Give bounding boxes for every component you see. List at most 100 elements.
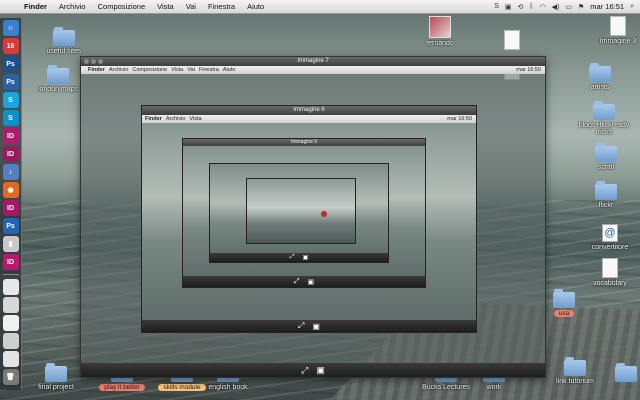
status-area: S ▣ ⟲ ᛒ ◠ ◀) ▭ ⚑ mar 16:51 ⌕ <box>494 2 640 11</box>
folder-icon <box>615 363 637 382</box>
folder-label: english book <box>208 384 248 391</box>
fit-icon: ▣ <box>312 321 320 331</box>
battery-icon[interactable]: ▭ <box>565 3 572 11</box>
desktop-folder-bottom-right[interactable] <box>596 363 640 382</box>
fullscreen-icon: ⤢ <box>293 277 300 285</box>
desktop-file-immagine-3[interactable]: Immagine 3 <box>588 16 640 45</box>
menu-aiuto[interactable]: Aiuto <box>241 2 270 11</box>
nested-clock: mar 16:50 <box>516 67 541 73</box>
desktop-app-convertitore[interactable]: @ convertitore <box>580 224 640 251</box>
window-toolbar: ⤢ ▣ <box>81 363 545 377</box>
desktop-folder-london-maps[interactable]: london maps <box>28 65 88 93</box>
window-titlebar[interactable]: Immagine 7 <box>81 57 545 66</box>
nested-menu-item: Aiuto <box>222 67 236 73</box>
flag-icon[interactable]: ⚑ <box>578 3 584 11</box>
zoom-icon[interactable] <box>98 59 103 64</box>
dock-indesign-2-icon[interactable]: ID <box>2 146 19 162</box>
dock-doc-thumb-2-icon[interactable] <box>2 297 19 313</box>
nested-screenshot-3: Immagine 5 ⤢ ▣ ⤢ ▣ <box>182 138 426 288</box>
fit-icon[interactable]: ▣ <box>316 365 325 376</box>
folder-icon <box>593 101 615 120</box>
desktop-user-fernando[interactable]: fernando <box>410 16 470 47</box>
folder-label: flickr <box>598 202 614 209</box>
folder-label: useful sites <box>46 48 82 55</box>
file-label: Immagine 3 <box>599 38 637 45</box>
avatar <box>429 16 451 38</box>
nested-title-3: Immagine 5 <box>290 139 318 145</box>
dock-doc-thumb-1-icon[interactable] <box>2 279 19 295</box>
dock-indesign-icon[interactable]: ID <box>2 128 19 144</box>
display-icon[interactable]: ▣ <box>505 3 512 11</box>
folder-label: london maps <box>37 86 79 93</box>
nested-toolbar-2: ⤢ ▣ <box>142 320 476 332</box>
menu-bar: Finder Archivio Composizione Vista Vai F… <box>0 0 640 14</box>
minimize-icon[interactable] <box>91 59 96 64</box>
desktop-folder-useful-sites[interactable]: useful sites <box>34 27 94 55</box>
spotlight-icon[interactable]: ⌕ <box>630 3 634 11</box>
nested-menu-item: Vai <box>187 67 195 73</box>
dock-skype-icon[interactable]: S <box>2 92 19 108</box>
dock-photoshop-3-icon[interactable]: Ps <box>2 218 19 234</box>
menu-finestra[interactable]: Finestra <box>202 2 241 11</box>
fit-icon: ▣ <box>307 278 315 286</box>
window-title: Immagine 7 <box>297 58 329 64</box>
dock-firefox-icon[interactable]: ◉ <box>2 182 19 198</box>
nested-screenshot-2: Immagine 6 Finder Archivio Vista mar 16:… <box>141 105 477 333</box>
folder-label-tag: usa <box>553 310 575 317</box>
dock-doc-thumb-3-icon[interactable] <box>2 315 19 331</box>
dock-ipod-icon[interactable]: ▮ <box>2 236 19 252</box>
nested-titlebar-2: Immagine 6 <box>142 106 476 115</box>
volume-icon[interactable]: ◀) <box>552 3 560 11</box>
fullscreen-icon[interactable]: ⤢ <box>301 365 308 376</box>
dock-indesign-3-icon[interactable]: ID <box>2 200 19 216</box>
dock-itunes-icon[interactable]: ♪ <box>2 164 19 180</box>
desktop-folder-final-project[interactable]: final project <box>26 363 86 391</box>
folder-label: work <box>486 384 502 391</box>
desktop-folder-flickr[interactable]: flickr <box>576 181 636 209</box>
dock-doc-thumb-4-icon[interactable] <box>2 333 19 349</box>
dock-doc-thumb-5-icon[interactable] <box>2 351 19 367</box>
dock-photoshop-icon[interactable]: Ps <box>2 56 19 72</box>
dock-separator <box>2 274 19 275</box>
nested-menu-item: Finestra <box>198 67 219 73</box>
dock-trash-icon[interactable]: 🗑 <box>2 369 19 385</box>
timemachine-icon[interactable]: ⟲ <box>517 3 523 11</box>
desktop-folder-scritti[interactable]: scritti <box>576 143 636 171</box>
bluetooth-icon[interactable]: ᛒ <box>529 3 533 10</box>
nested-menu-item-2: Archivio <box>165 116 186 122</box>
folder-icon <box>47 65 69 84</box>
dock-calendar-icon[interactable]: 16 <box>2 38 19 54</box>
folder-icon <box>553 289 575 308</box>
menu-composizione[interactable]: Composizione <box>92 2 152 11</box>
desktop-file-vocabulary[interactable]: vocabulary <box>580 258 640 287</box>
menu-vista[interactable]: Vista <box>151 2 180 11</box>
folder-label: link tutorium <box>556 378 594 385</box>
dock-photoshop-2-icon[interactable]: Ps <box>2 74 19 90</box>
close-icon[interactable] <box>84 59 89 64</box>
menu-vai[interactable]: Vai <box>180 2 202 11</box>
dock-skype-2-icon[interactable]: S <box>2 110 19 126</box>
dock-indesign-4-icon[interactable]: ID <box>2 254 19 270</box>
nested-screenshot-4: ⤢ ▣ <box>209 163 389 263</box>
desktop-doc-1[interactable] <box>482 30 542 50</box>
app-label: convertitore <box>591 244 629 251</box>
menu-clock[interactable]: mar 16:51 <box>590 2 624 11</box>
nested-titlebar-3: Immagine 5 <box>183 139 425 146</box>
folder-label-line2: tricks <box>595 129 613 136</box>
nested-menubar-2: Finder Archivio Vista mar 16:50 <box>142 115 476 123</box>
desktop-folder-artists[interactable]: artists <box>570 63 630 91</box>
folder-icon <box>595 181 617 200</box>
desktop-folder-blogs[interactable]: blogs+flickr+adv tricks <box>574 101 634 136</box>
menu-archivio[interactable]: Archivio <box>53 2 92 11</box>
nested-menu-item: Vista <box>171 67 184 73</box>
fullscreen-icon: ⤢ <box>298 321 305 330</box>
dock-finder-icon[interactable]: ☺ <box>2 20 19 36</box>
nested-menu-item-2: Vista <box>189 116 202 122</box>
nested-screenshot-5 <box>246 178 356 244</box>
nested-clock-2: mar 16:50 <box>447 116 472 122</box>
script-icon[interactable]: S <box>494 3 499 10</box>
document-icon <box>602 258 618 278</box>
menu-app-finder[interactable]: Finder <box>18 2 53 11</box>
screenshot-window[interactable]: Immagine 7 Finder Archivio Composizione … <box>80 56 546 378</box>
wifi-icon[interactable]: ◠ <box>540 3 546 11</box>
